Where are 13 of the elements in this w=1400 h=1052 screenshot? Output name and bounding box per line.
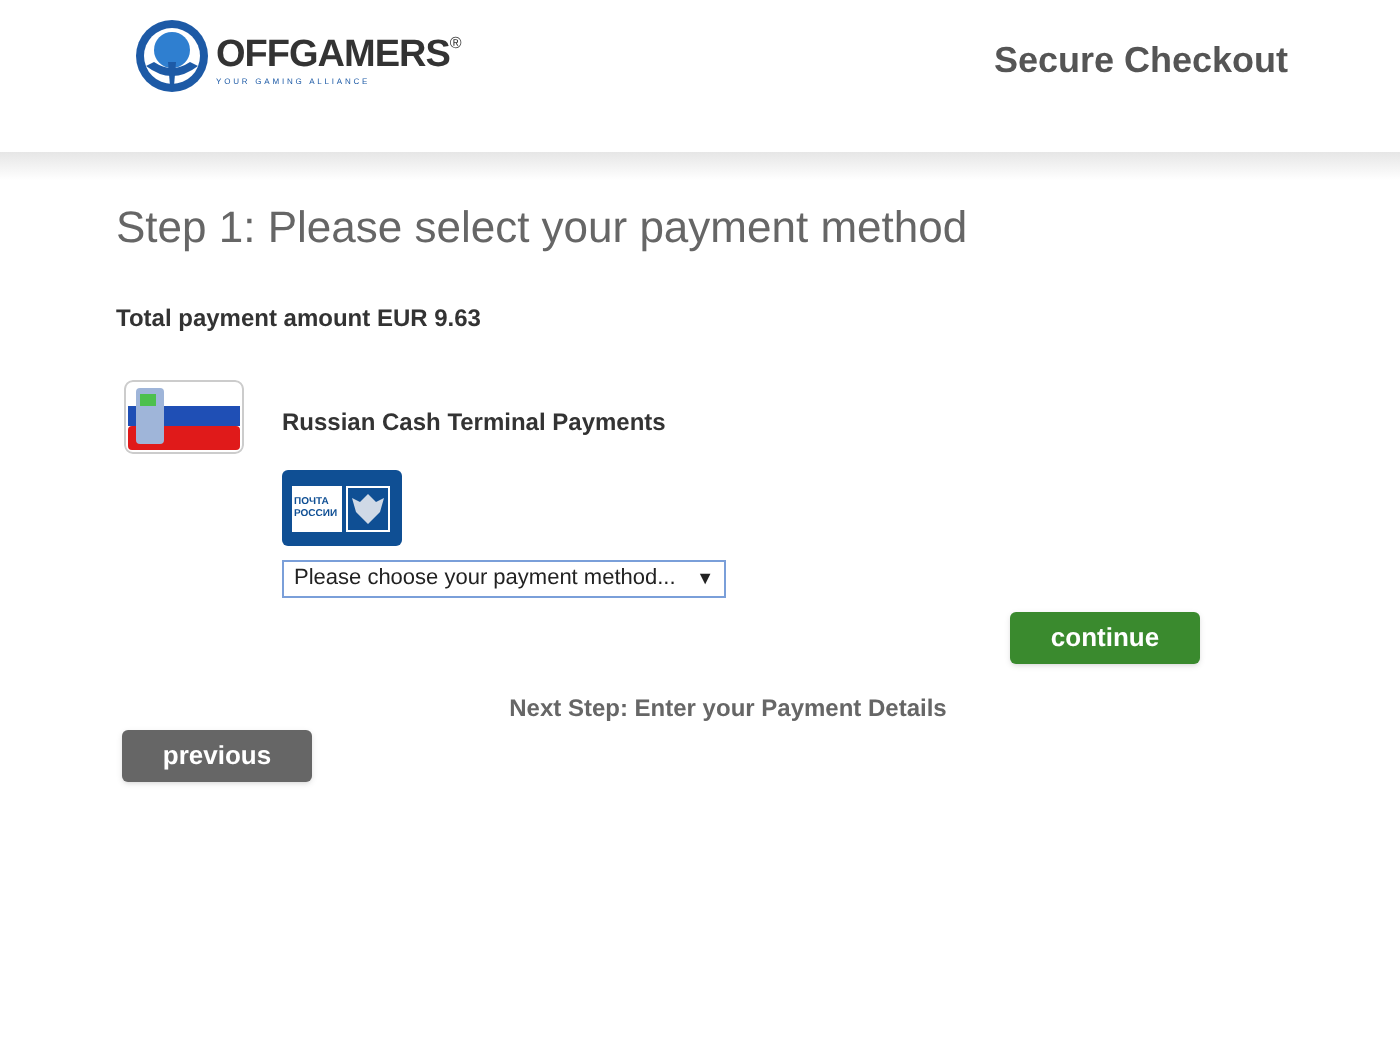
continue-button[interactable]: continue bbox=[1010, 612, 1200, 664]
registered-mark: ® bbox=[449, 35, 462, 51]
page-title: Secure Checkout bbox=[993, 38, 1288, 84]
brand-name: OFFGAMERS bbox=[216, 35, 450, 73]
previous-button[interactable]: previous bbox=[122, 730, 312, 782]
step-heading: Step 1: Please select your payment method bbox=[116, 200, 970, 256]
total-amount: Total payment amount EUR 9.63 bbox=[116, 302, 483, 336]
eagle-icon bbox=[346, 485, 390, 531]
payment-method-name: Russian Cash Terminal Payments bbox=[282, 406, 668, 440]
next-step-text: Next Step: Enter your Payment Details bbox=[509, 692, 947, 726]
payment-method-select[interactable]: Please choose your payment method... ▼ bbox=[282, 560, 726, 598]
globe-logo-icon bbox=[134, 18, 210, 94]
payment-terminal-icon bbox=[124, 380, 244, 454]
